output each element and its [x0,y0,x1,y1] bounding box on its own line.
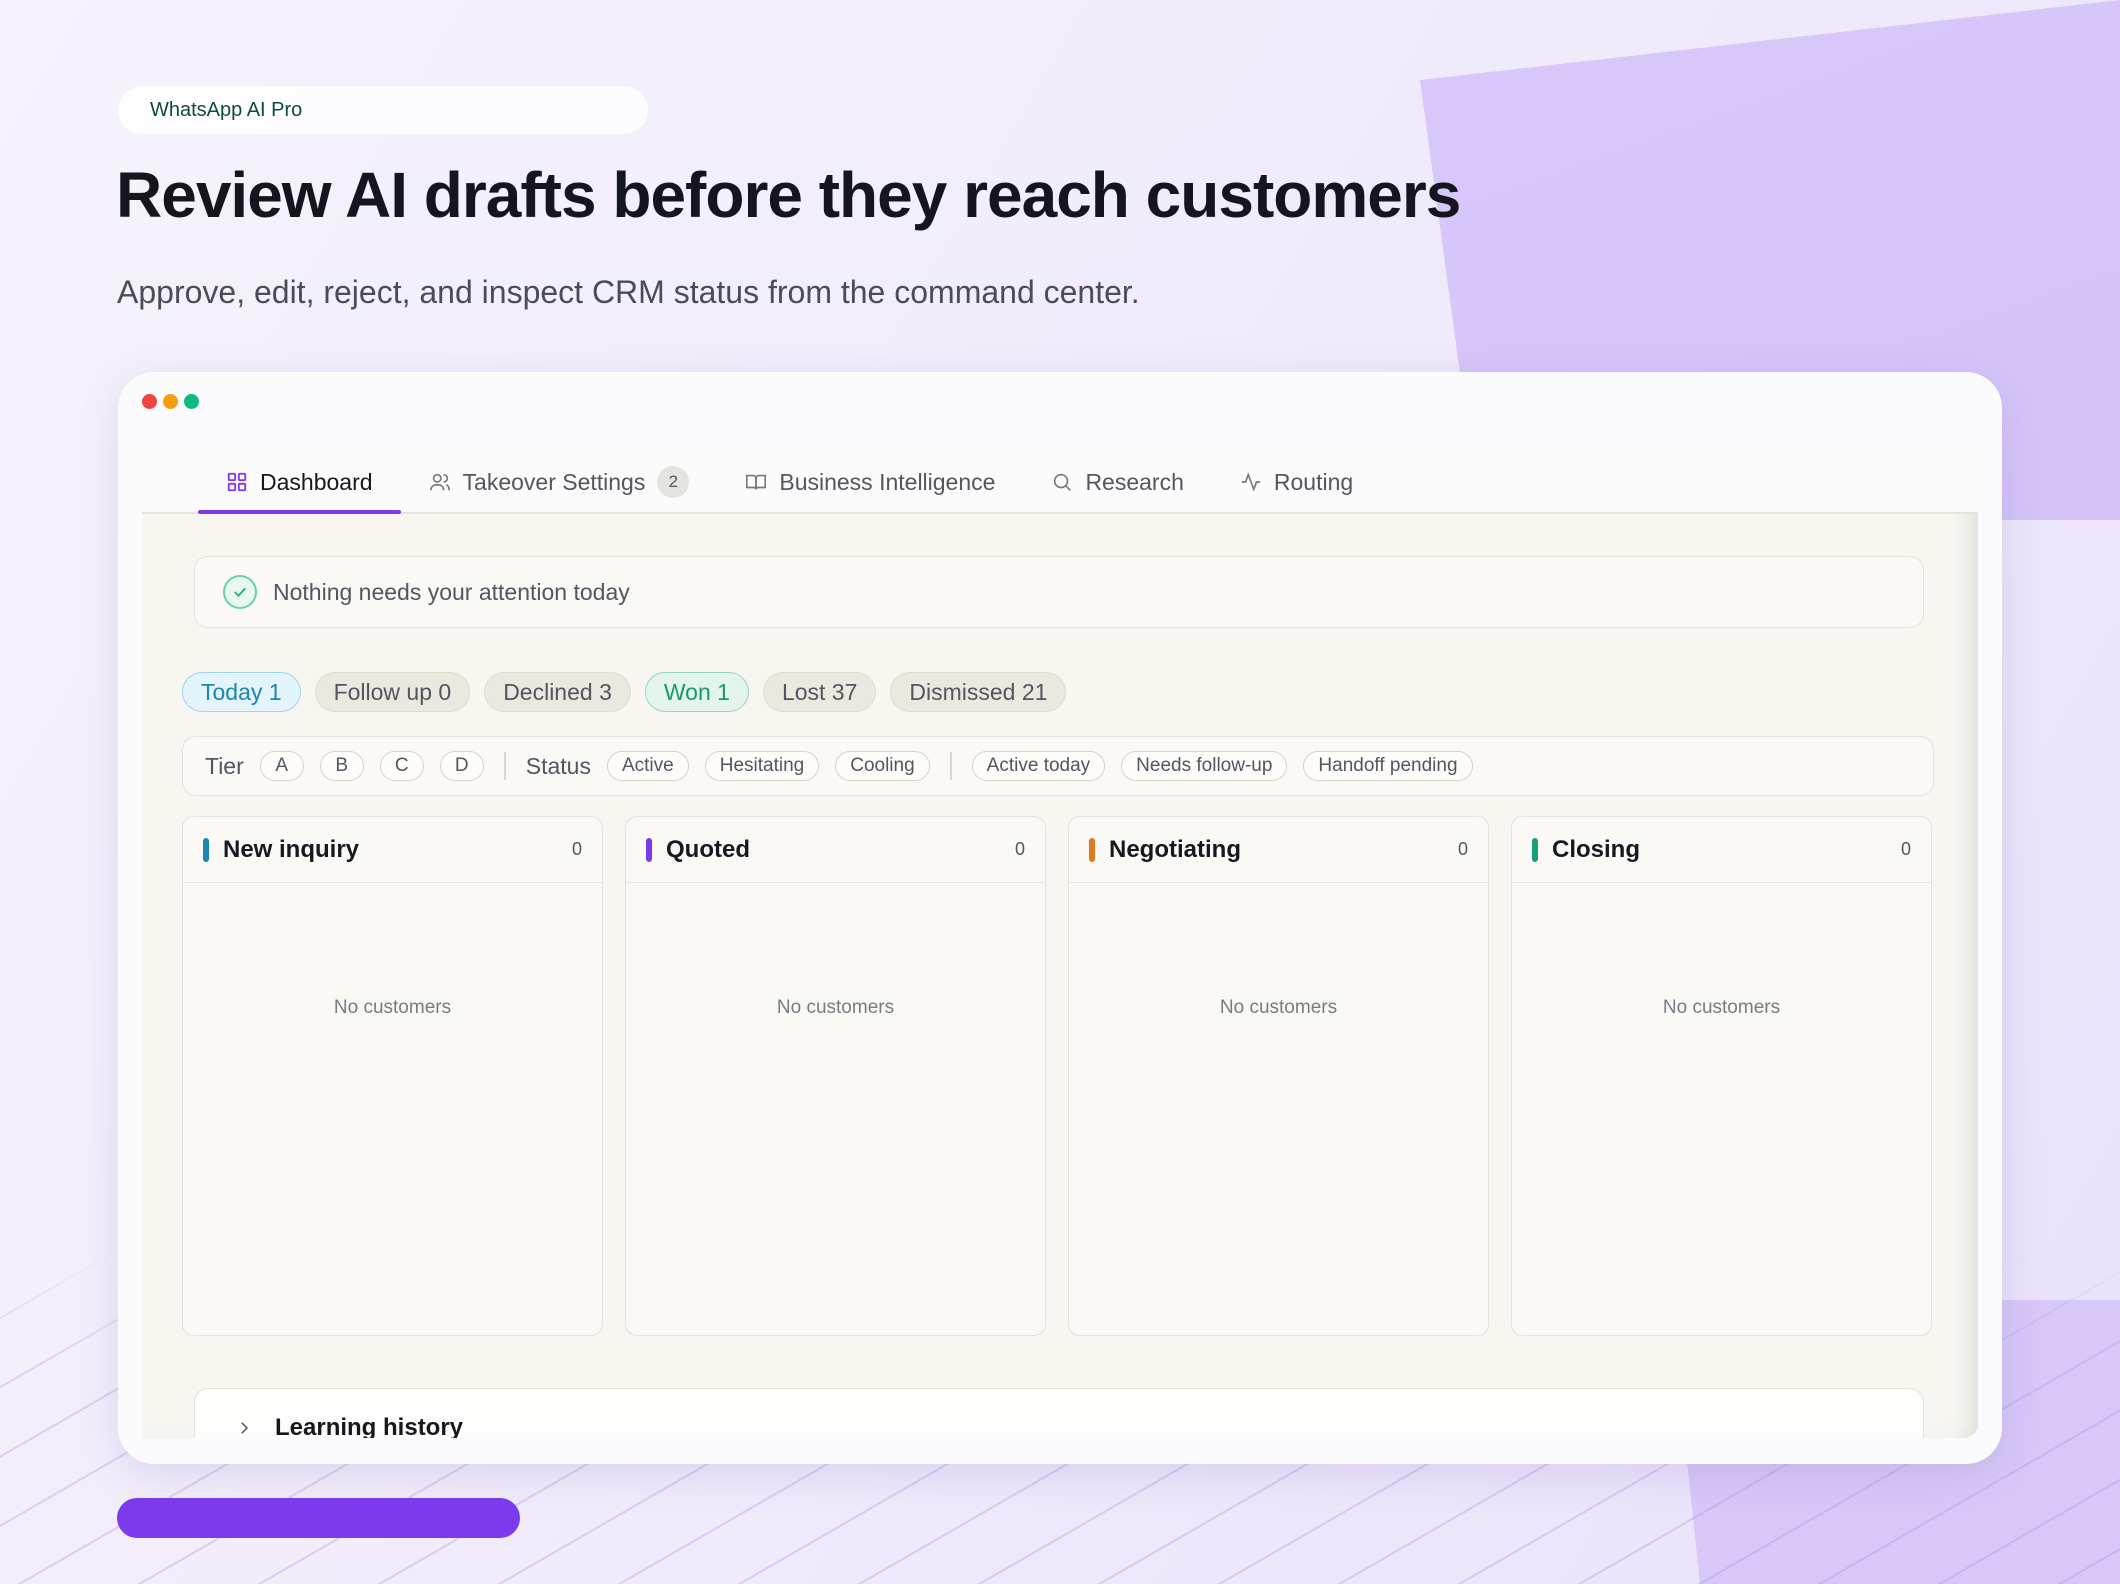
status-chip-active[interactable]: Active [606,751,689,781]
tab-bar: Dashboard Takeover Settings 2 Business I… [142,452,1978,514]
column-new-inquiry: New inquiry 0 No customers [182,816,603,1336]
filter-pills: Today 1 Follow up 0 Declined 3 Won 1 Los… [182,672,1067,712]
column-title: New inquiry [223,835,360,863]
column-header: Quoted 0 [626,817,1045,883]
column-count: 0 [1457,839,1468,859]
column-color-bar [1532,837,1538,862]
notice-text: Nothing needs your attention today [273,578,630,605]
tier-chip-b[interactable]: B [319,751,364,781]
column-color-bar [203,837,209,862]
tier-chip-c[interactable]: C [379,751,424,781]
column-title: Quoted [666,835,750,863]
column-color-bar [1089,837,1095,862]
tier-status-filter-bar: Tier A B C D Status Active Hesitating Co… [182,736,1934,796]
divider [503,752,506,780]
filter-dismissed[interactable]: Dismissed 21 [890,672,1067,712]
headline: Review AI drafts before they reach custo… [116,159,1461,231]
filter-lost[interactable]: Lost 37 [762,672,877,712]
tab-research[interactable]: Research [1023,452,1211,512]
chevron-right-icon [241,1422,249,1434]
learning-history-toggle[interactable]: Learning history [194,1388,1924,1438]
maximize-window-dot[interactable] [184,394,199,409]
filter-today[interactable]: Today 1 [182,672,301,712]
column-count: 0 [1014,839,1025,859]
column-title: Closing [1552,835,1640,863]
column-count: 0 [1900,839,1911,859]
dashboard-app: Dashboard Takeover Settings 2 Business I… [142,452,1978,1438]
status-chip-cooling[interactable]: Cooling [835,751,930,781]
column-color-bar [646,837,652,862]
takeover-count-badge: 2 [657,466,690,498]
column-closing: Closing 0 No customers [1511,816,1932,1336]
book-icon [746,474,767,490]
tab-label: Research [1085,468,1184,495]
column-count: 0 [571,839,582,859]
grid-icon [227,472,247,492]
column-title: Negotiating [1109,835,1241,863]
tab-label: Dashboard [260,468,373,495]
column-quoted: Quoted 0 No customers [625,816,1046,1336]
filter-follow-up[interactable]: Follow up 0 [314,672,471,712]
cta-button[interactable] [117,1498,520,1538]
tab-label: Business Intelligence [779,468,996,495]
tier-label: Tier [205,752,244,779]
tab-takeover-settings[interactable]: Takeover Settings 2 [401,452,718,512]
chip-needs-follow-up[interactable]: Needs follow-up [1121,751,1288,781]
pipeline-columns: New inquiry 0 No customers Quoted 0 No c… [182,816,1932,1336]
column-empty-state: No customers [776,997,895,1018]
status-label: Status [525,752,591,779]
users-icon [429,473,450,491]
search-icon [1054,473,1072,491]
column-header: Closing 0 [1512,817,1931,883]
window-controls [142,394,199,409]
tab-dashboard[interactable]: Dashboard [198,452,401,514]
column-negotiating: Negotiating 0 No customers [1068,816,1489,1336]
close-window-dot[interactable] [142,394,157,409]
tab-label: Takeover Settings [462,468,646,495]
chip-active-today[interactable]: Active today [971,751,1106,781]
check-circle-icon [223,575,257,609]
app-window: Dashboard Takeover Settings 2 Business I… [118,372,2002,1464]
tier-chip-a[interactable]: A [259,751,304,781]
tab-routing[interactable]: Routing [1212,452,1381,512]
divider [949,752,952,780]
activity-icon [1241,472,1261,492]
column-empty-state: No customers [1219,997,1338,1018]
tab-business-intelligence[interactable]: Business Intelligence [717,452,1023,512]
attention-notice: Nothing needs your attention today [194,556,1924,628]
minimize-window-dot[interactable] [163,394,178,409]
column-header: Negotiating 0 [1069,817,1488,883]
column-empty-state: No customers [333,997,452,1018]
tab-label: Routing [1273,468,1354,495]
subheadline: Approve, edit, reject, and inspect CRM s… [117,274,1140,310]
learning-history-title: Learning history [275,1414,464,1438]
column-header: New inquiry 0 [183,817,602,883]
tier-chip-d[interactable]: D [439,751,484,781]
chip-handoff-pending[interactable]: Handoff pending [1303,751,1473,781]
status-chip-hesitating[interactable]: Hesitating [704,751,820,781]
filter-won[interactable]: Won 1 [644,672,749,712]
filter-declined[interactable]: Declined 3 [484,672,631,712]
column-empty-state: No customers [1662,997,1781,1018]
product-badge: WhatsApp AI Pro [118,86,648,134]
